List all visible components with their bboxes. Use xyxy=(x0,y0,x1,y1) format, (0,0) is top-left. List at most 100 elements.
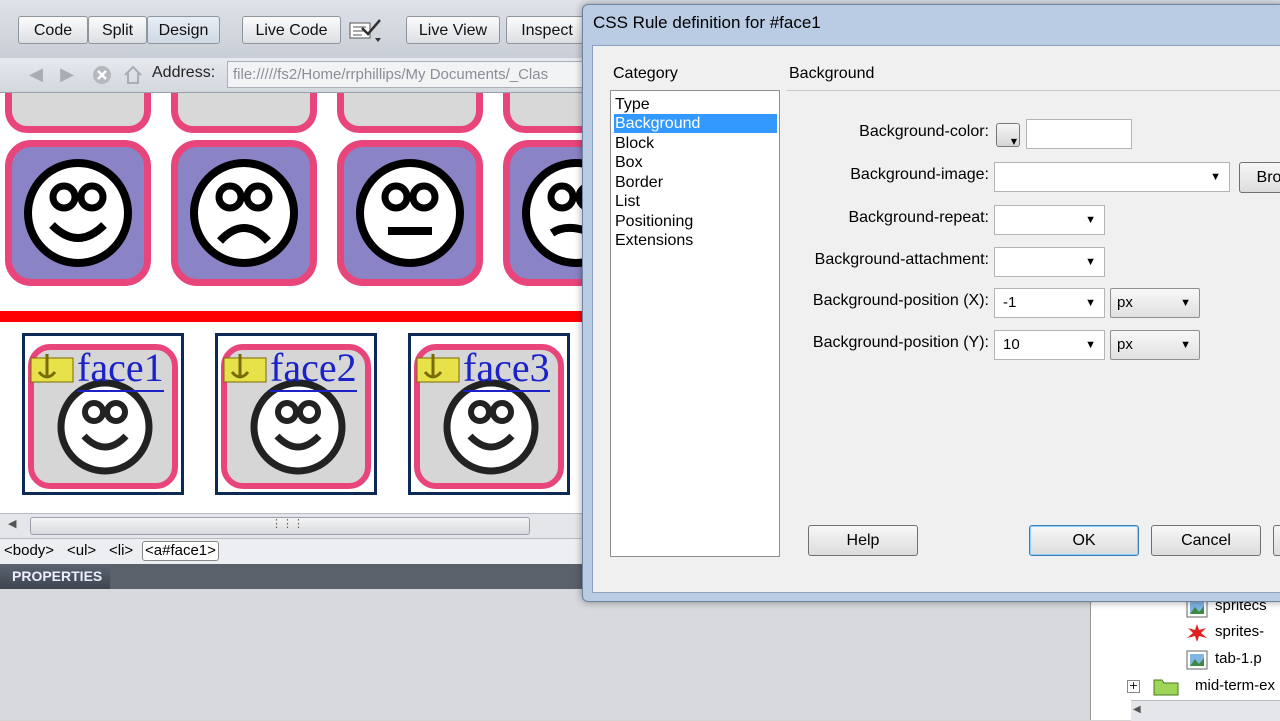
background-attachment-select[interactable]: ▼ xyxy=(994,247,1105,277)
sprite-link-label[interactable]: face3 xyxy=(463,346,550,392)
cancel-button[interactable]: Cancel xyxy=(1151,525,1261,556)
chevron-down-icon[interactable]: ▼ xyxy=(1210,163,1221,191)
category-list[interactable]: Type Background Block Box Border List Po… xyxy=(610,90,780,557)
background-repeat-select[interactable]: ▼ xyxy=(994,205,1105,235)
section-divider xyxy=(787,90,1280,91)
grip-icon: ⋮⋮⋮ xyxy=(271,517,304,530)
address-label: Address: xyxy=(152,64,216,81)
inspect-button[interactable]: Inspect xyxy=(506,16,588,44)
category-label: Category xyxy=(613,65,678,82)
design-view-button[interactable]: Design xyxy=(147,16,220,44)
sprite-link-face3[interactable]: face3 xyxy=(408,333,570,495)
category-border[interactable]: Border xyxy=(614,173,777,192)
tag-ul[interactable]: <ul> xyxy=(67,542,96,560)
chevron-down-icon[interactable]: ▼ xyxy=(1085,248,1096,276)
happy-face-tile xyxy=(5,140,151,286)
face-tile-partial xyxy=(337,93,483,133)
files-scrollbar[interactable]: ◀ xyxy=(1131,700,1280,721)
unit-value: px xyxy=(1117,294,1133,311)
category-box[interactable]: Box xyxy=(614,153,777,172)
chevron-down-icon[interactable]: ▼ xyxy=(1085,289,1096,317)
neutral-face-tile xyxy=(337,140,483,286)
red-divider xyxy=(0,311,584,322)
design-view[interactable]: face1 face2 face3 xyxy=(0,93,584,513)
background-position-y-value: 10 xyxy=(1003,336,1020,353)
tag-li[interactable]: <li> xyxy=(109,542,133,560)
properties-tab[interactable]: PROPERTIES xyxy=(0,564,110,589)
background-position-x-unit[interactable]: px ▼ xyxy=(1110,288,1200,318)
unit-value: px xyxy=(1117,336,1133,353)
background-image-label: Background-image: xyxy=(850,166,989,183)
background-image-input[interactable]: ▼ xyxy=(994,162,1230,192)
chevron-down-icon: ▼ xyxy=(1010,137,1017,146)
stop-icon[interactable] xyxy=(91,64,113,86)
background-color-input[interactable] xyxy=(1026,119,1132,149)
folder-item[interactable]: mid-term-ex xyxy=(1195,677,1275,694)
ok-button[interactable]: OK xyxy=(1029,525,1139,556)
address-input[interactable]: file://///fs2/Home/rrphillips/My Documen… xyxy=(227,61,607,88)
css-rule-dialog: CSS Rule definition for #face1 Category … xyxy=(582,4,1280,602)
category-extensions[interactable]: Extensions xyxy=(614,231,777,250)
background-position-y-unit[interactable]: px ▼ xyxy=(1110,330,1200,360)
anchor-marker-icon xyxy=(223,354,267,383)
expand-icon[interactable]: + xyxy=(1127,680,1140,693)
check-page-icon[interactable] xyxy=(348,18,384,44)
apply-button-partial[interactable] xyxy=(1273,525,1280,556)
chevron-down-icon[interactable]: ▼ xyxy=(1085,331,1096,359)
background-repeat-label: Background-repeat: xyxy=(848,209,989,226)
sprite-link-label[interactable]: face1 xyxy=(77,346,164,392)
scroll-left-icon[interactable]: ◀ xyxy=(8,517,16,530)
scroll-thumb[interactable]: ⋮⋮⋮ xyxy=(30,517,530,535)
face-tile-partial xyxy=(5,93,151,133)
background-attachment-label: Background-attachment: xyxy=(814,251,989,268)
category-positioning[interactable]: Positioning xyxy=(614,212,777,231)
split-view-button[interactable]: Split xyxy=(88,16,147,44)
dialog-body: Category Type Background Block Box Borde… xyxy=(592,45,1280,593)
category-list-item[interactable]: List xyxy=(614,192,777,211)
forward-icon[interactable]: ▶ xyxy=(56,64,78,86)
chevron-down-icon[interactable]: ▼ xyxy=(1085,206,1096,234)
code-view-button[interactable]: Code xyxy=(18,16,88,44)
sprite-link-label[interactable]: face2 xyxy=(270,346,357,392)
file-item[interactable]: sprites- xyxy=(1215,623,1264,640)
fireworks-file-icon xyxy=(1187,624,1207,642)
live-code-button[interactable]: Live Code xyxy=(242,16,341,44)
folder-icon xyxy=(1153,679,1179,696)
neutral-face-icon xyxy=(356,159,464,267)
color-picker-swatch[interactable]: ▼ xyxy=(996,123,1020,147)
category-block[interactable]: Block xyxy=(614,134,777,153)
scroll-left-icon[interactable]: ◀ xyxy=(1133,704,1141,715)
sad-face-tile xyxy=(171,140,317,286)
sad-face-icon xyxy=(190,159,298,267)
chevron-down-icon: ▼ xyxy=(1180,339,1191,351)
file-item[interactable]: tab-1.p xyxy=(1215,650,1262,667)
face-tile-partial xyxy=(171,93,317,133)
properties-body xyxy=(0,589,1090,720)
background-position-x-label: Background-position (X): xyxy=(812,292,989,309)
back-icon[interactable]: ◀ xyxy=(25,64,47,86)
background-color-label: Background-color: xyxy=(859,123,989,140)
face-tile-partial xyxy=(503,93,584,133)
sprite-link-face1[interactable]: face1 xyxy=(22,333,184,495)
browse-button[interactable]: Bro xyxy=(1239,162,1280,193)
anchor-marker-icon xyxy=(416,354,460,383)
category-background[interactable]: Background xyxy=(614,114,777,133)
tag-body[interactable]: <body> xyxy=(4,542,54,560)
sprite-link-face2[interactable]: face2 xyxy=(215,333,377,495)
happy-face-icon xyxy=(24,159,132,267)
home-icon[interactable] xyxy=(122,64,144,86)
section-title: Background xyxy=(789,65,875,82)
tag-a-face1[interactable]: <a#face1> xyxy=(142,541,219,561)
anchor-marker-icon xyxy=(30,354,74,383)
background-position-y-label: Background-position (Y): xyxy=(812,334,989,351)
category-type[interactable]: Type xyxy=(614,95,777,114)
background-position-x-value: -1 xyxy=(1003,294,1017,311)
smirk-face-icon xyxy=(522,159,584,267)
background-position-x-input[interactable]: -1 ▼ xyxy=(994,288,1105,318)
files-panel: spritecs sprites- tab-1.p + mid-term-ex … xyxy=(1090,596,1280,721)
horizontal-scrollbar[interactable]: ◀ ⋮⋮⋮ xyxy=(0,513,584,538)
help-button[interactable]: Help xyxy=(808,525,918,556)
background-position-y-input[interactable]: 10 ▼ xyxy=(994,330,1105,360)
face-tile-partial xyxy=(503,140,584,286)
live-view-button[interactable]: Live View xyxy=(406,16,500,44)
